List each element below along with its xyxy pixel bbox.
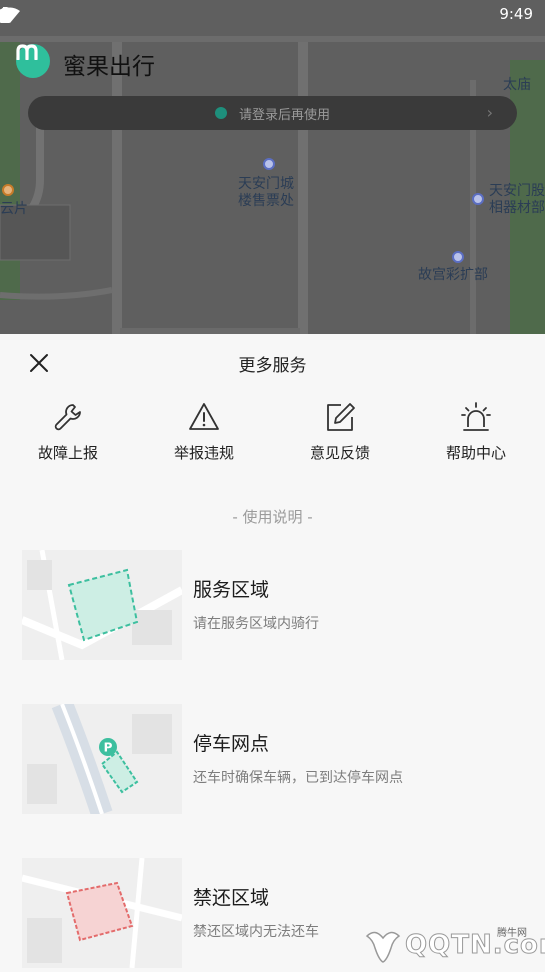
app-logo <box>16 44 50 78</box>
guide-title: 停车网点 <box>193 733 270 755</box>
camera-shop-icon <box>472 193 484 205</box>
no-return-zone-illustration <box>22 858 182 968</box>
more-services-sheet: 更多服务 故障上报 举报违规 意见反馈 帮助中心 - 使用说明 - 服务区域 请… <box>0 334 545 972</box>
status-time: 9:49 <box>499 5 533 23</box>
wrench-icon <box>54 404 81 431</box>
status-bar: 9:49 <box>0 0 545 30</box>
watermark-logo: QQTN.com 腾牛网 <box>357 924 545 966</box>
battery-icon <box>0 7 10 23</box>
parking-badge: P <box>104 741 113 755</box>
bull-icon <box>365 931 401 963</box>
info-icon <box>214 107 227 119</box>
service-report-violation[interactable]: 举报违规 <box>136 394 272 474</box>
guide-title: 服务区域 <box>193 579 270 601</box>
poi-photo-shop[interactable]: 故宫彩扩部 <box>418 267 488 284</box>
guide-desc: 还车时确保车辆，已到达停车网点 <box>193 770 403 786</box>
parking-spot-map-thumb: P <box>22 704 182 814</box>
sheet-title: 更多服务 <box>238 356 307 376</box>
no-return-zone-map-thumb <box>22 858 182 968</box>
warning-icon <box>189 403 219 430</box>
guide-title: 禁还区域 <box>193 887 270 909</box>
app-title: 蜜果出行 <box>63 54 155 80</box>
usage-guide-title: - 使用说明 - <box>232 508 313 526</box>
service-feedback[interactable]: 意见反馈 <box>272 394 408 474</box>
sheet-header: 更多服务 <box>0 334 545 390</box>
guide-desc: 禁还区域内无法还车 <box>193 924 319 940</box>
service-help-center[interactable]: 帮助中心 <box>408 394 544 474</box>
guide-parking-spot: P 停车网点 还车时确保车辆，已到达停车网点 <box>22 704 522 814</box>
poi-restaurant[interactable]: 云片 <box>0 201 28 218</box>
edit-icon <box>327 403 355 431</box>
poi-camera-shop[interactable]: 天安门股 相器材部 <box>489 183 545 217</box>
siren-icon <box>461 402 491 431</box>
app-logo-icon <box>16 44 38 60</box>
poi-temple[interactable]: 太庙 <box>503 77 531 94</box>
service-fault-report[interactable]: 故障上报 <box>0 394 136 474</box>
photo-shop-icon <box>452 251 464 263</box>
parking-spot-illustration: P <box>22 704 182 814</box>
guide-desc: 请在服务区域内骑行 <box>193 616 319 632</box>
login-banner-text: 请登录后再使用 <box>238 107 330 123</box>
poi-ticket-office[interactable]: 天安门城 楼售票处 <box>238 176 294 210</box>
service-area-map-thumb <box>22 550 182 660</box>
services-grid: 故障上报 举报违规 意见反馈 帮助中心 <box>0 394 545 474</box>
restaurant-icon <box>2 184 14 196</box>
service-area-illustration <box>22 550 182 660</box>
guide-service-area: 服务区域 请在服务区域内骑行 <box>22 550 522 660</box>
login-banner[interactable]: 请登录后再使用 › <box>28 96 517 130</box>
ticket-office-icon <box>263 158 275 170</box>
chevron-right-icon: › <box>486 103 493 122</box>
map-background[interactable]: 天安门城 楼售票处 天安门股 相器材部 故宫彩扩部 太庙 云片 9:49 蜜果出… <box>0 0 545 338</box>
